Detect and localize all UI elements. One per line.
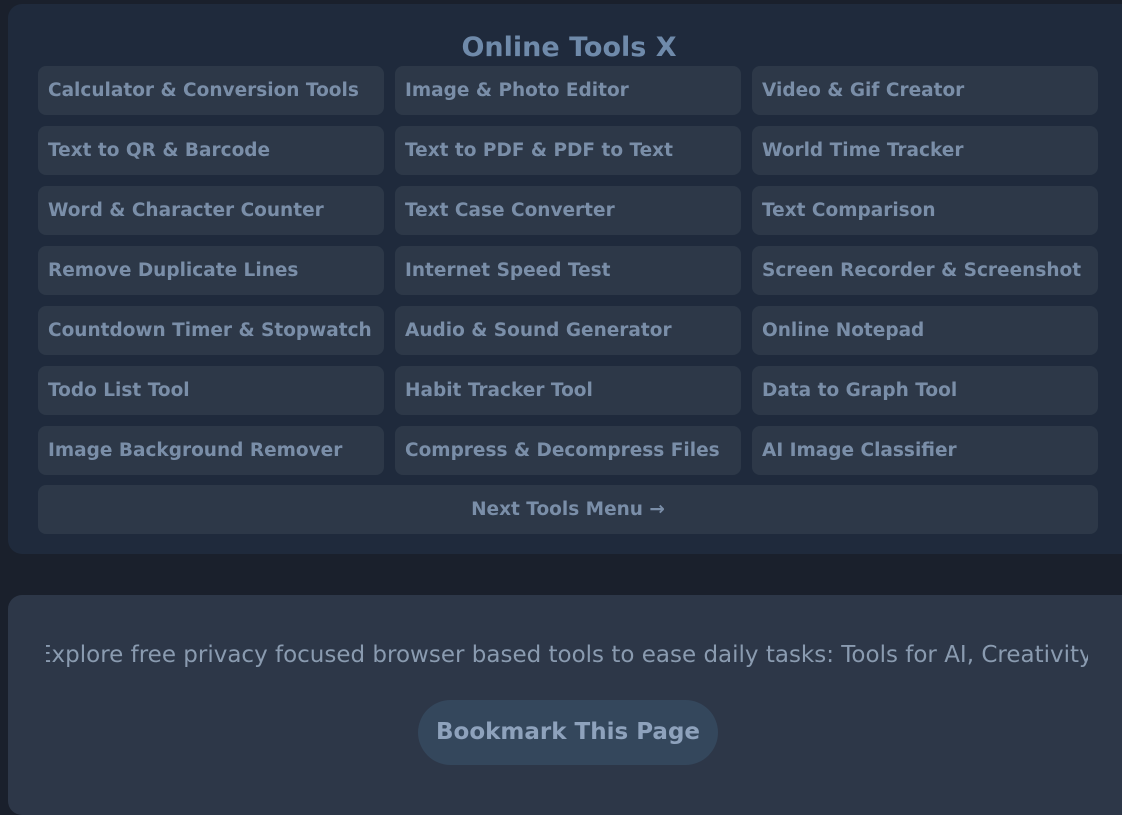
tool-button-compress-files[interactable]: Compress & Decompress Files: [395, 426, 741, 475]
tool-button-calculator[interactable]: Calculator & Conversion Tools: [38, 66, 384, 115]
tool-button-remove-duplicates[interactable]: Remove Duplicate Lines: [38, 246, 384, 295]
marquee-text: Explore free privacy focused browser bas…: [46, 642, 1088, 668]
tool-button-qr-barcode[interactable]: Text to QR & Barcode: [38, 126, 384, 175]
page-title: Online Tools X: [461, 32, 677, 63]
tool-button-speed-test[interactable]: Internet Speed Test: [395, 246, 741, 295]
tool-button-online-notepad[interactable]: Online Notepad: [752, 306, 1098, 355]
tool-button-text-comparison[interactable]: Text Comparison: [752, 186, 1098, 235]
next-tools-menu-button[interactable]: Next Tools Menu →: [38, 485, 1098, 534]
tool-button-word-counter[interactable]: Word & Character Counter: [38, 186, 384, 235]
tool-button-image-editor[interactable]: Image & Photo Editor: [395, 66, 741, 115]
tool-button-countdown-timer[interactable]: Countdown Timer & Stopwatch: [38, 306, 384, 355]
tools-panel: Online Tools X Calculator & Conversion T…: [8, 4, 1122, 554]
info-panel: Explore free privacy focused browser bas…: [8, 595, 1122, 815]
tool-button-background-remover[interactable]: Image Background Remover: [38, 426, 384, 475]
tool-button-world-time[interactable]: World Time Tracker: [752, 126, 1098, 175]
bookmark-button[interactable]: Bookmark This Page: [418, 700, 718, 765]
tool-button-screen-recorder[interactable]: Screen Recorder & Screenshot: [752, 246, 1098, 295]
tool-button-ai-classifier[interactable]: AI Image Classifier: [752, 426, 1098, 475]
tool-button-habit-tracker[interactable]: Habit Tracker Tool: [395, 366, 741, 415]
tool-button-data-graph[interactable]: Data to Graph Tool: [752, 366, 1098, 415]
tool-button-audio-generator[interactable]: Audio & Sound Generator: [395, 306, 741, 355]
tool-grid: Calculator & Conversion Tools Image & Ph…: [38, 66, 1098, 475]
tool-button-text-pdf[interactable]: Text to PDF & PDF to Text: [395, 126, 741, 175]
tool-button-text-case[interactable]: Text Case Converter: [395, 186, 741, 235]
tool-button-todo-list[interactable]: Todo List Tool: [38, 366, 384, 415]
marquee: Explore free privacy focused browser bas…: [46, 635, 1088, 675]
tool-button-video-gif[interactable]: Video & Gif Creator: [752, 66, 1098, 115]
